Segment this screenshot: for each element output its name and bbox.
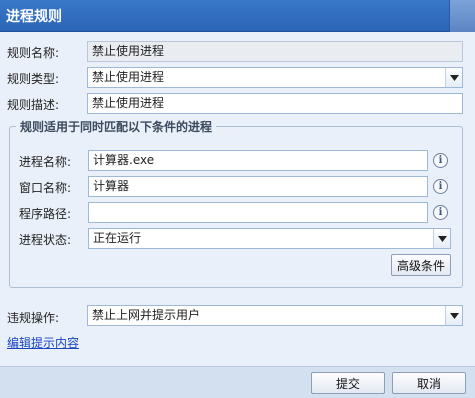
window-control-button[interactable] [449, 0, 475, 32]
edit-prompt-link[interactable]: 编辑提示内容 [7, 334, 79, 351]
rule-name-label: 规则名称: [7, 46, 60, 60]
submit-button[interactable]: 提交 [311, 372, 385, 394]
conditions-legend: 规则适用于同时匹配以下条件的进程 [16, 118, 217, 135]
info-icon[interactable]: i [433, 205, 448, 220]
window-name-field[interactable]: 计算器 [88, 176, 428, 197]
advanced-conditions-button[interactable]: 高级条件 [391, 254, 451, 276]
rule-desc-label: 规则描述: [7, 98, 60, 112]
rule-type-label: 规则类型: [7, 72, 60, 86]
process-name-label: 进程名称: [19, 155, 72, 169]
window-name-label: 窗口名称: [19, 181, 72, 195]
process-state-select[interactable]: 正在运行 [88, 228, 451, 249]
rule-name-field: 禁止使用进程 [87, 41, 463, 62]
title-bar: 进程规则 [0, 0, 475, 32]
process-state-label: 进程状态: [19, 233, 72, 247]
info-icon[interactable]: i [433, 179, 448, 194]
info-icon[interactable]: i [433, 153, 448, 168]
rule-type-select[interactable]: 禁止使用进程 [87, 67, 463, 88]
program-path-label: 程序路径: [19, 207, 72, 221]
cancel-button[interactable]: 取消 [392, 372, 466, 394]
process-state-value[interactable]: 正在运行 [88, 228, 451, 249]
rule-desc-field[interactable]: 禁止使用进程 [87, 93, 463, 114]
violation-action-select[interactable]: 禁止上网并提示用户 [87, 305, 463, 326]
dialog-content: 规则名称: 禁止使用进程 规则类型: 禁止使用进程 规则描述: 禁止使用进程 规… [0, 32, 475, 398]
program-path-field[interactable] [88, 202, 428, 223]
chevron-down-icon[interactable] [445, 68, 462, 87]
violation-action-value[interactable]: 禁止上网并提示用户 [87, 305, 463, 326]
chevron-down-icon[interactable] [445, 306, 462, 325]
rule-type-value[interactable]: 禁止使用进程 [87, 67, 463, 88]
dialog-footer: 提交 取消 [0, 366, 475, 398]
violation-action-label: 违规操作: [7, 311, 60, 325]
window-title: 进程规则 [6, 9, 62, 25]
process-name-field[interactable]: 计算器.exe [88, 150, 428, 171]
chevron-down-icon[interactable] [433, 229, 450, 248]
